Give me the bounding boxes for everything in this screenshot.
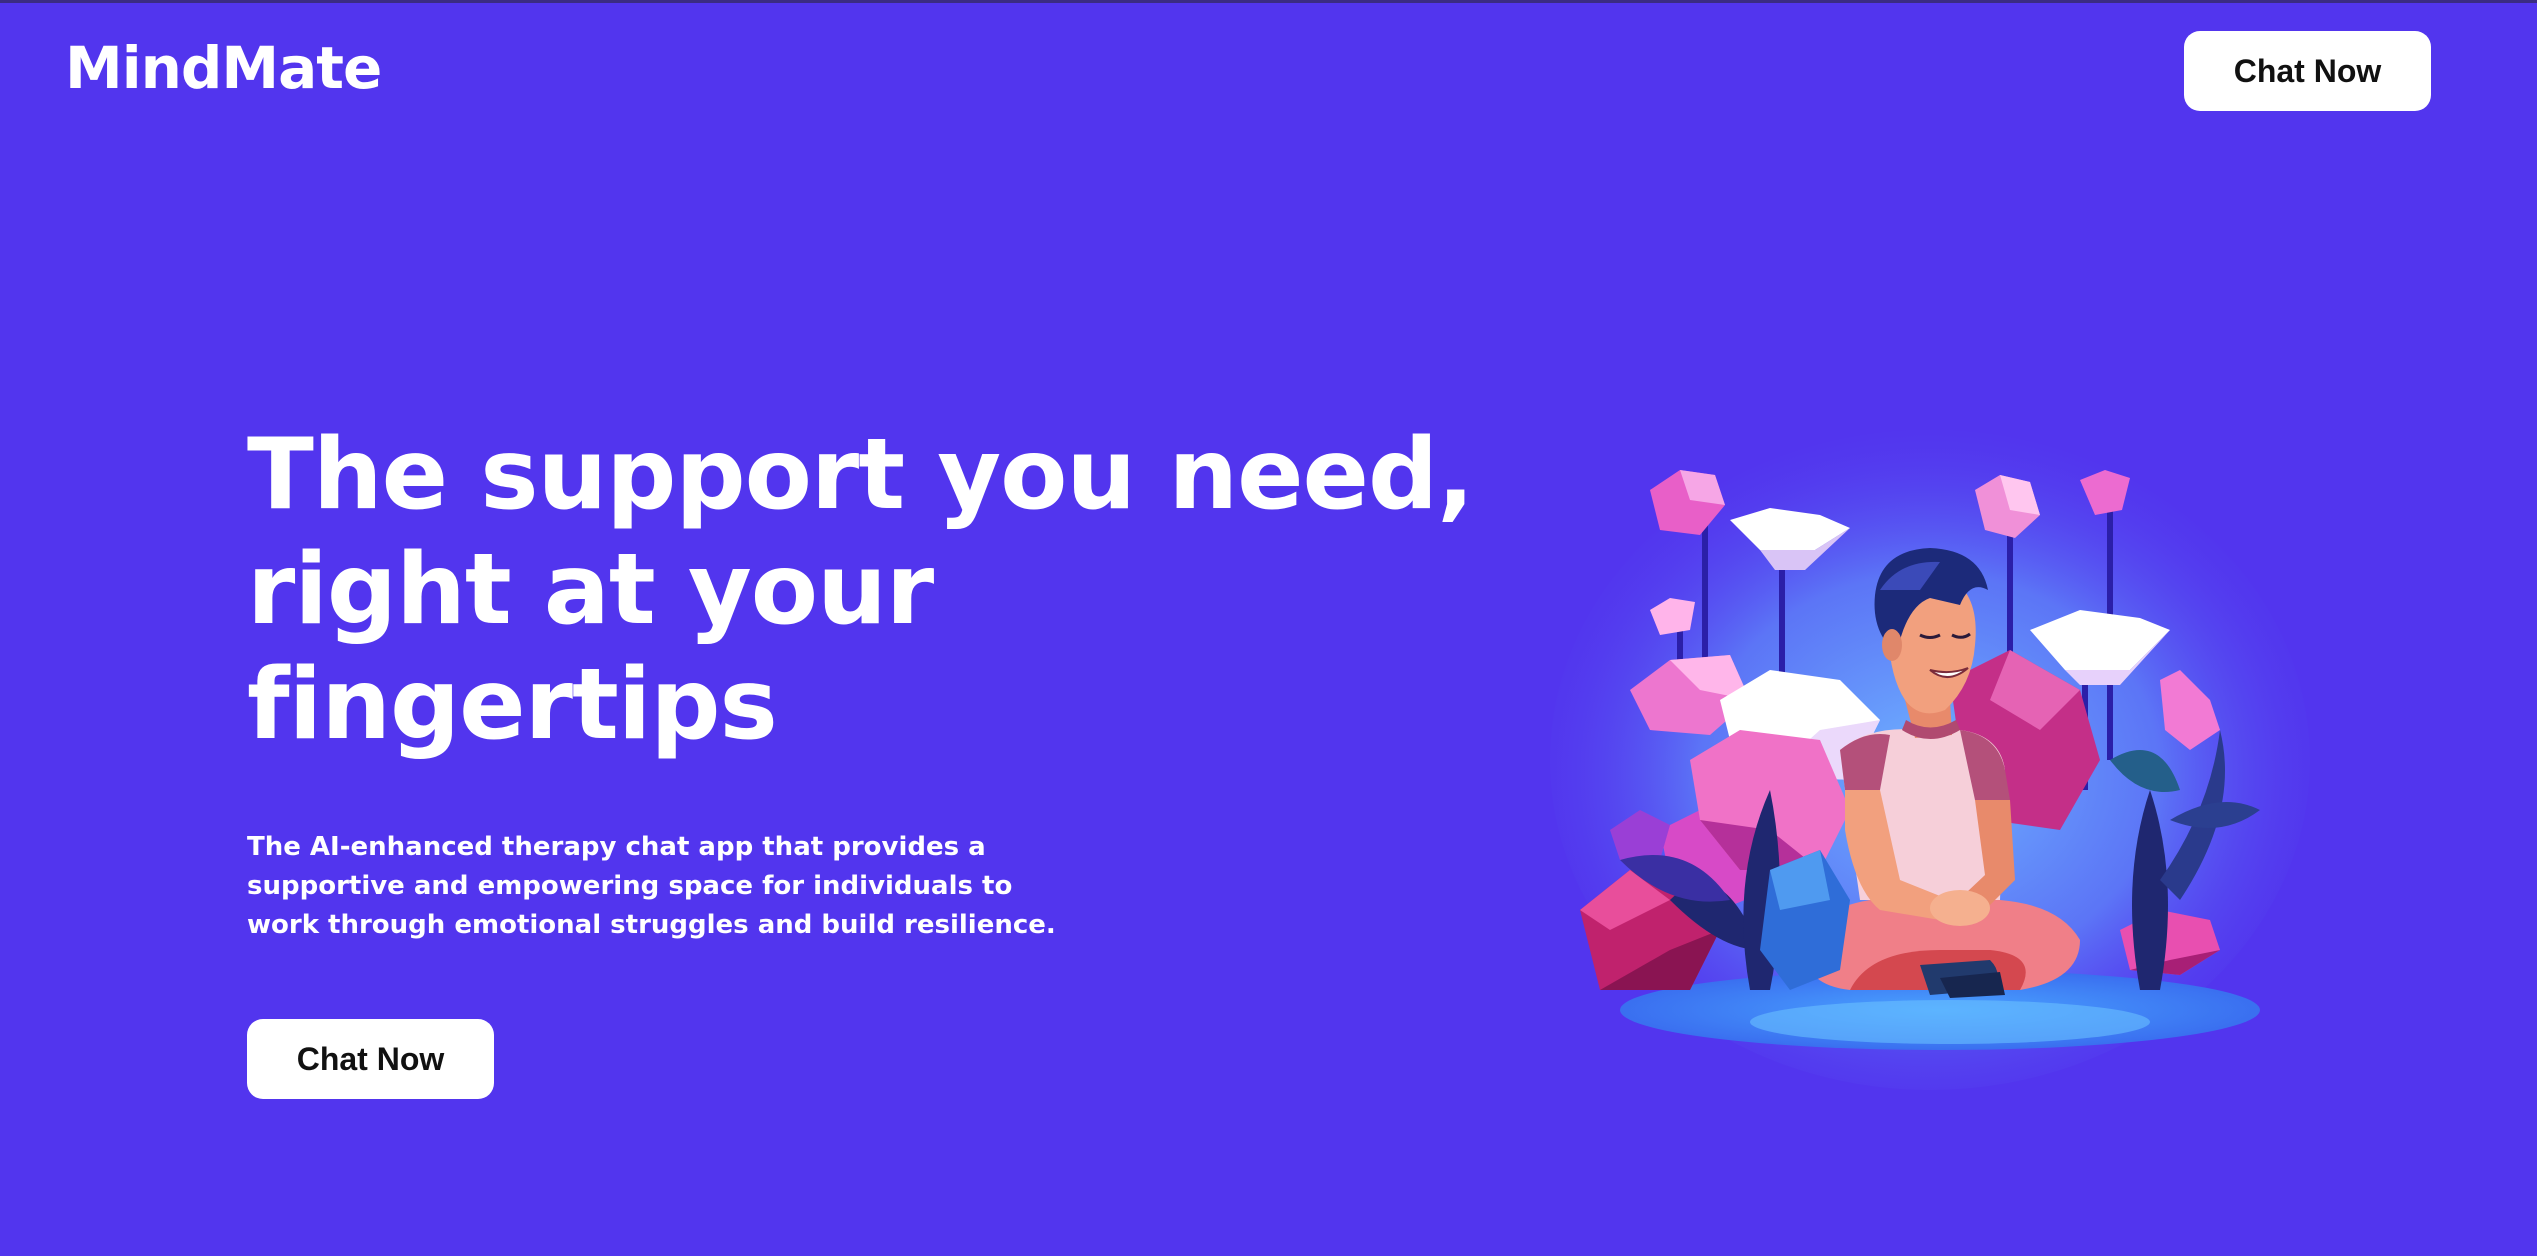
header-chat-now-button[interactable]: Chat Now bbox=[2184, 31, 2431, 111]
headline-line-1: The support you need, bbox=[247, 418, 1474, 532]
hero-chat-now-button[interactable]: Chat Now bbox=[247, 1019, 494, 1099]
hero-headline: The support you need, right at your fing… bbox=[247, 418, 1497, 763]
top-border bbox=[0, 0, 2537, 3]
headline-line-2: right at your bbox=[247, 533, 934, 647]
meditating-person-illustration bbox=[1550, 430, 2310, 1090]
logo[interactable]: MindMate bbox=[65, 28, 382, 108]
hero-description: The AI-enhanced therapy chat app that pr… bbox=[247, 832, 1056, 940]
headline-line-3: fingertips bbox=[247, 648, 778, 762]
landing-page: MindMate Chat Now The support you need, … bbox=[0, 0, 2537, 1256]
